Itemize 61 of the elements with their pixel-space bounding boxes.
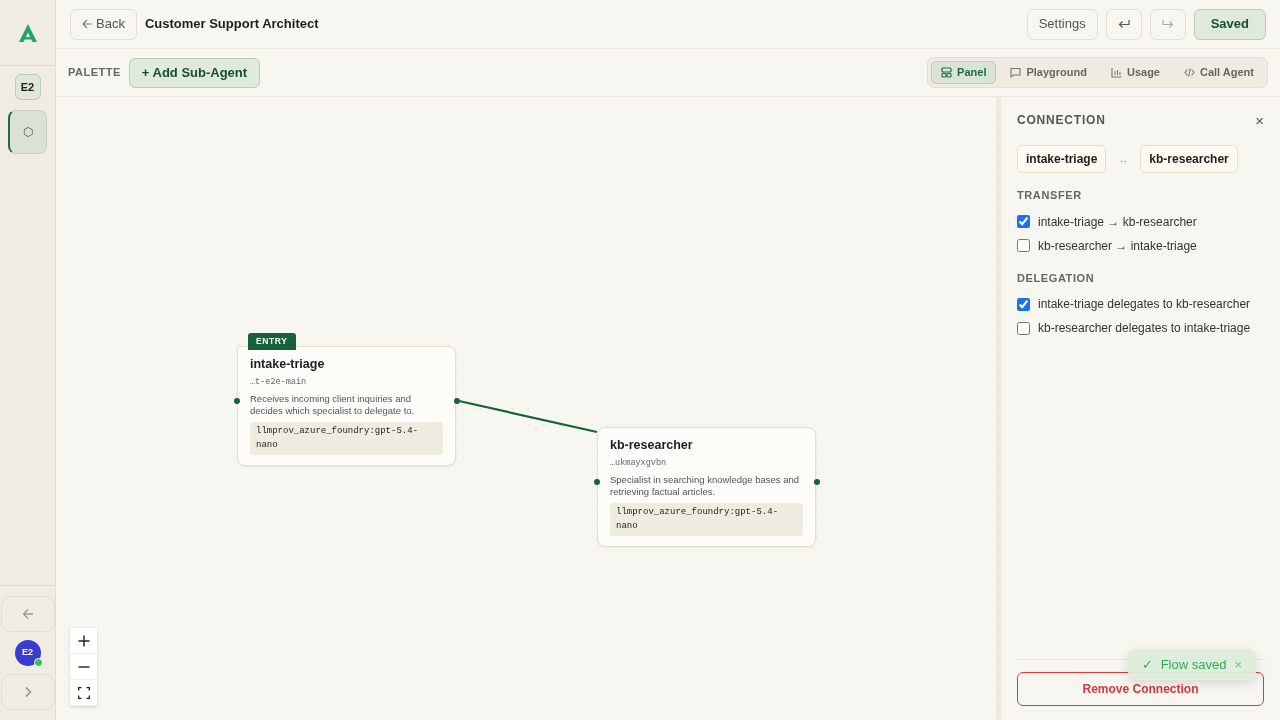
nav-item[interactable]: ⬡ bbox=[8, 110, 47, 154]
user-avatar[interactable]: E2 bbox=[14, 640, 41, 666]
entry-badge: ENTRY bbox=[248, 333, 296, 350]
node-id: …t-e2e-main bbox=[250, 375, 308, 389]
model-label: llmprov_azure_foundry:gpt-5.4-nano bbox=[610, 503, 803, 537]
port-dot[interactable] bbox=[594, 479, 600, 485]
check-mark: ✓ bbox=[1141, 655, 1153, 674]
settings-button[interactable]: Settings bbox=[1026, 8, 1098, 40]
node-id: …ukmayxgvbn bbox=[610, 456, 668, 470]
back-button[interactable]: Back bbox=[70, 8, 137, 40]
toast-message: Flow saved bbox=[1160, 655, 1227, 674]
checkbox-label: kb-researcher → intake-triage bbox=[1038, 237, 1197, 255]
port-dot[interactable] bbox=[454, 398, 460, 404]
logo-icon bbox=[17, 22, 38, 43]
add-sub-agent-button[interactable]: + Add Sub-Agent bbox=[128, 57, 261, 88]
zoom-out-button[interactable] bbox=[70, 654, 97, 680]
undo-icon bbox=[1117, 19, 1130, 29]
section-heading: DELEGATION bbox=[1017, 270, 1096, 286]
fit-view-button[interactable] bbox=[70, 680, 97, 706]
palette-label: PALETTE bbox=[68, 65, 121, 81]
bar-chart-icon bbox=[1110, 67, 1122, 78]
agent-node[interactable]: intake-triage …t-e2e-main Receives incoming client inquiries and decides which specialist to delegate to. llmprov_azure_foundry:gpt-5.4-nano bbox=[237, 346, 456, 467]
link-symbol: ↔ bbox=[1118, 152, 1129, 167]
view-tab[interactable]: Panel bbox=[931, 61, 997, 84]
chat-bubble-icon bbox=[1010, 67, 1022, 78]
node-title: intake-triage bbox=[250, 356, 326, 373]
section-heading: TRANSFER bbox=[1017, 188, 1083, 203]
checkbox[interactable] bbox=[1017, 321, 1030, 335]
fullscreen-icon bbox=[77, 686, 90, 699]
checkbox[interactable] bbox=[1017, 297, 1030, 311]
agent-node[interactable]: kb-researcher …ukmayxgvbn Specialist in searching knowledge bases and retrieving factual articles. llmprov_azure_foundry:gpt-5.4-nano bbox=[597, 427, 816, 548]
node-description: Receives incoming client inquiries and decides which specialist to delegate to. bbox=[250, 392, 416, 419]
code-icon bbox=[1184, 67, 1195, 78]
workspace-badge[interactable]: E2 bbox=[14, 74, 41, 100]
redo-icon bbox=[1161, 19, 1174, 29]
page-title: Customer Support Architect bbox=[144, 15, 319, 34]
checkbox-label: intake-triage → kb-researcher bbox=[1038, 213, 1197, 231]
source-agent-chip: intake-triage bbox=[1017, 145, 1107, 173]
view-tab[interactable]: Usage bbox=[1100, 61, 1170, 84]
connection-line[interactable] bbox=[458, 399, 598, 434]
checkbox[interactable] bbox=[1017, 215, 1030, 228]
checkbox-label: intake-triage delegates to kb-researcher bbox=[1038, 296, 1251, 313]
view-tab[interactable]: Call Agent bbox=[1174, 61, 1264, 84]
panel-icon bbox=[941, 67, 953, 78]
zoom-in-button[interactable] bbox=[70, 628, 97, 654]
checkbox-label: kb-researcher delegates to intake-triage bbox=[1038, 320, 1251, 337]
node-description: Specialist in searching knowledge bases and retrieving factual articles. bbox=[610, 473, 801, 500]
node-title: kb-researcher bbox=[610, 437, 694, 454]
plus-icon bbox=[77, 634, 90, 647]
port-dot[interactable] bbox=[234, 398, 240, 404]
target-agent-chip: kb-researcher bbox=[1140, 145, 1238, 173]
port-dot[interactable] bbox=[814, 479, 820, 485]
panel-title: CONNECTION bbox=[1017, 112, 1106, 129]
chevron-right-icon bbox=[23, 686, 32, 698]
model-label: llmprov_azure_foundry:gpt-5.4-nano bbox=[250, 422, 443, 456]
arrow-left-icon bbox=[82, 19, 92, 29]
save-button[interactable]: Saved bbox=[1193, 8, 1266, 40]
checkbox[interactable] bbox=[1017, 239, 1030, 252]
view-tab[interactable]: Playground bbox=[1000, 61, 1097, 84]
arrow-left-icon bbox=[21, 608, 34, 620]
close-button[interactable]: × bbox=[1255, 112, 1264, 128]
